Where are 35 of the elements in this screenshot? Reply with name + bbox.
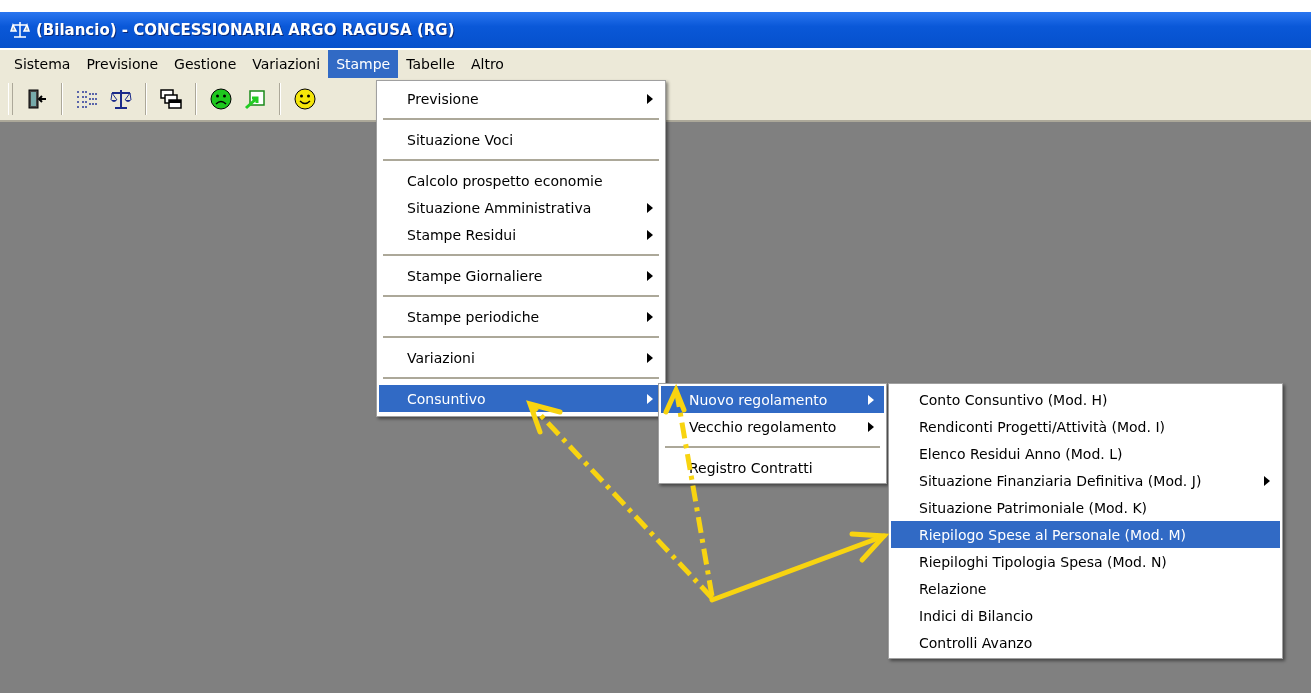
menu-bar-item[interactable]: Sistema (6, 50, 79, 78)
arrow-box-icon[interactable] (243, 87, 267, 111)
menu-item[interactable]: Situazione Patrimoniale (Mod. K) (891, 494, 1280, 521)
menu-bar-item[interactable]: Stampe (328, 50, 399, 78)
menu-item[interactable]: Conto Consuntivo (Mod. H) (891, 386, 1280, 413)
menu-bar-item[interactable]: Tabelle (398, 50, 463, 78)
menu-item[interactable]: Riepiloghi Tipologia Spesa (Mod. N) (891, 548, 1280, 575)
menu-item[interactable]: Calcolo prospetto economie (379, 167, 663, 194)
menu-item[interactable]: Rendiconti Progetti/Attività (Mod. I) (891, 413, 1280, 440)
menu-item[interactable]: Stampe Giornaliere (379, 262, 663, 289)
menu-item[interactable]: Situazione Voci (379, 126, 663, 153)
menu-bar-item[interactable]: Altro (462, 50, 512, 78)
sad-face-icon[interactable] (209, 87, 233, 111)
menu-item[interactable]: Riepilogo Spese al Personale (Mod. M) (891, 521, 1280, 548)
door-arrow-icon[interactable] (25, 87, 49, 111)
menu-item[interactable]: Nuovo regolamento (661, 386, 884, 413)
scales-icon[interactable] (109, 87, 133, 111)
stacked-windows-icon[interactable] (159, 87, 183, 111)
menu-item[interactable]: Variazioni (379, 344, 663, 371)
menu-item[interactable]: Vecchio regolamento (661, 413, 884, 440)
smiley-icon[interactable] (293, 87, 317, 111)
menu-bar-item[interactable]: Previsione (78, 50, 167, 78)
menu-bar-item[interactable]: Variazioni (244, 50, 329, 78)
menu-item[interactable]: Stampe periodiche (379, 303, 663, 330)
scales-icon (10, 20, 30, 40)
menu-item[interactable]: Controlli Avanzo (891, 629, 1280, 656)
menu-item[interactable]: Relazione (891, 575, 1280, 602)
menu-item[interactable]: Situazione Amministrativa (379, 194, 663, 221)
window-title: (Bilancio) - CONCESSIONARIA ARGO RAGUSA (RG) (36, 21, 455, 39)
menu-item[interactable]: Stampe Residui (379, 221, 663, 248)
menu-item[interactable]: Previsione (379, 85, 663, 112)
menu-item[interactable]: Elenco Residui Anno (Mod. L) (891, 440, 1280, 467)
menu-bar-item[interactable]: Gestione (166, 50, 245, 78)
menu-item[interactable]: Situazione Finanziaria Definitiva (Mod. J) (891, 467, 1280, 494)
menu-item[interactable]: Indici di Bilancio (891, 602, 1280, 629)
